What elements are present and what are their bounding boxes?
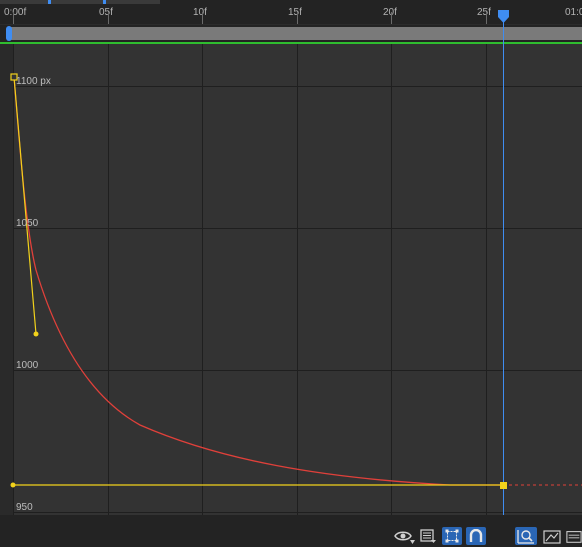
value-label: 950 (16, 502, 33, 513)
snap-icon[interactable] (466, 527, 486, 545)
value-label: 1100 px (16, 76, 51, 87)
graph-background (0, 44, 582, 515)
keyframe[interactable] (500, 482, 507, 489)
playhead-handle[interactable] (498, 10, 509, 23)
fit-selection-icon[interactable] (515, 527, 537, 545)
bezier-handle-point[interactable] (10, 482, 16, 488)
eye-icon[interactable] (393, 527, 415, 545)
value-label: 1050 (16, 218, 39, 229)
bezier-handle-point[interactable] (33, 331, 39, 337)
zoom-all-icon[interactable] (566, 527, 582, 545)
graph-type-icon[interactable] (418, 527, 438, 545)
graph-editor: 0:00f 05f 10f 15f 20f 25f 01:0 1100 px 1… (0, 0, 582, 547)
graph-toolbar (0, 525, 582, 547)
transform-box-icon[interactable] (442, 527, 462, 545)
fit-all-icon[interactable] (541, 527, 563, 545)
value-label: 1000 (16, 360, 39, 371)
graph-left-gutter (0, 44, 13, 515)
graph-area[interactable] (0, 0, 582, 547)
